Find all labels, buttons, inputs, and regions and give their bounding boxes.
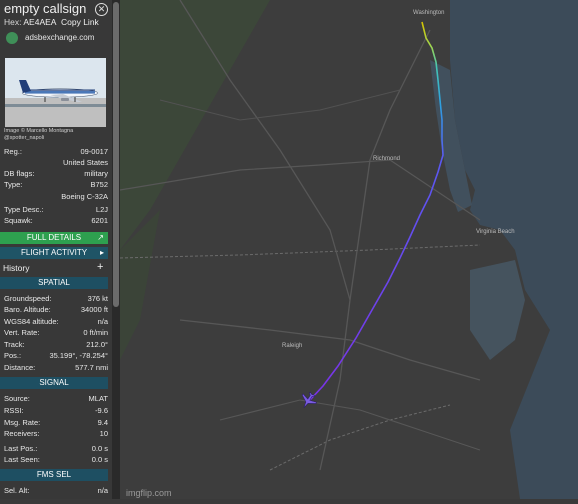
detail-value: United States: [62, 158, 108, 167]
site-link[interactable]: adsbexchange.com: [25, 33, 94, 42]
map-label-washington: Washington: [413, 10, 444, 16]
sidebar-scrollbar[interactable]: [112, 0, 120, 499]
close-icon[interactable]: ✕: [95, 3, 108, 16]
detail-key: Type:: [4, 180, 23, 189]
detail-value: Boeing C-32A: [61, 192, 108, 201]
detail-key: Reg.:: [4, 147, 22, 156]
hex-value: AE4AEA: [23, 17, 57, 27]
spatial-value: 577.7 nmi: [75, 363, 108, 372]
section-signal: SIGNAL: [0, 377, 108, 389]
spatial-value: 35.199°, -78.254°: [49, 351, 108, 360]
chevron-right-icon: ▸: [99, 248, 104, 257]
signal-key: Receivers:: [4, 429, 40, 438]
signal-key: Last Pos.:: [4, 444, 38, 453]
detail-value: military: [84, 169, 108, 178]
scrollbar-thumb[interactable]: [113, 2, 119, 307]
signal-value: 9.4: [97, 418, 108, 427]
callsign-title: empty callsign: [4, 1, 87, 16]
spatial-key: Vert. Rate:: [4, 328, 40, 337]
detail-value: 6201: [91, 216, 108, 225]
spatial-value: 212.0°: [86, 340, 108, 349]
flight-activity-button[interactable]: FLIGHT ACTIVITY ▸: [0, 247, 108, 259]
signal-value: MLAT: [88, 394, 108, 403]
spatial-key: Groundspeed:: [4, 294, 52, 303]
history-heading: History: [3, 263, 30, 273]
detail-key: Squawk:: [4, 216, 33, 225]
detail-key: Type Desc.:: [4, 205, 44, 214]
expand-plus-icon[interactable]: +: [97, 261, 103, 273]
hex-line: Hex: AE4AEA: [4, 17, 56, 27]
watermark: imgflip.com: [126, 488, 172, 498]
aircraft-info-panel: empty callsign ✕ Hex: AE4AEA Copy Link a…: [0, 0, 112, 499]
detail-value: L2J: [95, 205, 108, 214]
signal-key: Source:: [4, 394, 30, 403]
spatial-value: 0 ft/min: [83, 328, 108, 337]
spatial-value: 376 kt: [87, 294, 108, 303]
signal-key: Last Seen:: [4, 455, 40, 464]
aircraft-photo[interactable]: [5, 58, 106, 127]
signal-value: 0.0 s: [91, 455, 108, 464]
spatial-key: WGS84 altitude:: [4, 317, 59, 326]
spatial-key: Pos.:: [4, 351, 22, 360]
spatial-key: Distance:: [4, 363, 36, 372]
detail-key: DB flags:: [4, 169, 35, 178]
spatial-key: Track:: [4, 340, 25, 349]
hex-label: Hex:: [4, 17, 22, 27]
signal-value: 0.0 s: [91, 444, 108, 453]
full-details-button[interactable]: FULL DETAILS ↗: [0, 232, 108, 244]
fms-value: n/a: [97, 486, 108, 495]
section-fms: FMS SEL: [0, 469, 108, 481]
map-label-virginia-beach: Virginia Beach: [476, 229, 515, 235]
map-label-raleigh: Raleigh: [282, 343, 302, 349]
copy-link[interactable]: Copy Link: [61, 17, 99, 27]
photo-credit: Image © Marcello Montagna @spotter_napol…: [4, 128, 73, 141]
full-details-label: FULL DETAILS: [26, 233, 82, 242]
signal-value: 10: [99, 429, 108, 438]
signal-value: -9.6: [95, 406, 108, 415]
section-spatial: SPATIAL: [0, 277, 108, 289]
signal-key: Msg. Rate:: [4, 418, 41, 427]
photo-credit-line1: Image © Marcello Montagna: [4, 128, 74, 134]
spatial-key: Baro. Altitude:: [4, 305, 51, 314]
fms-key: Sel. Alt:: [4, 486, 30, 495]
spatial-value: n/a: [97, 317, 108, 326]
map-view[interactable]: Washington Richmond Virginia Beach Ralei…: [119, 0, 578, 499]
spatial-value: 34000 ft: [80, 305, 108, 314]
photo-credit-line2: @spotter_napoli: [4, 134, 45, 141]
signal-key: RSSI:: [4, 406, 24, 415]
map-label-richmond: Richmond: [373, 156, 400, 162]
adsbexchange-logo-icon: [6, 32, 18, 44]
flight-activity-label: FLIGHT ACTIVITY: [20, 248, 88, 257]
external-link-icon: ↗: [97, 233, 104, 242]
detail-value: 09-0017: [80, 147, 108, 156]
detail-value: B752: [90, 180, 108, 189]
